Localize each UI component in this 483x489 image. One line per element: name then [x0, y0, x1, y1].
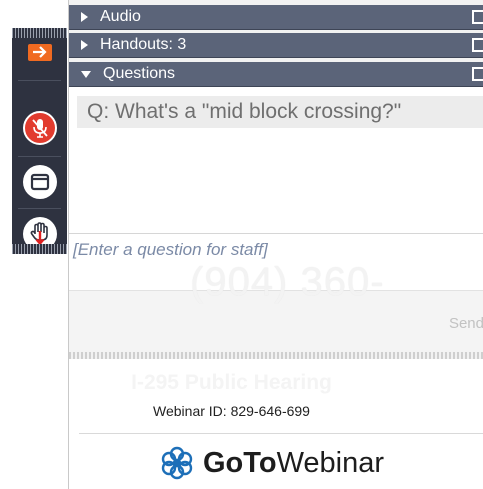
divider — [79, 433, 483, 434]
resize-grip[interactable] — [69, 352, 483, 359]
collapse-panel-button[interactable] — [12, 42, 67, 62]
control-toolbar — [12, 28, 67, 254]
microphone-button[interactable] — [12, 108, 67, 148]
mic-muted-icon — [22, 111, 57, 145]
brand-name: GoToWebinar — [203, 446, 385, 479]
gotowebinar-flower-icon — [161, 446, 193, 480]
handouts-section-header[interactable]: Handouts: 3 — [69, 33, 483, 58]
questions-label: Questions — [103, 65, 176, 82]
window-icon — [22, 165, 57, 199]
collapse-triangle-icon — [81, 70, 91, 78]
gotowebinar-logo: GoToWebinar — [159, 441, 384, 485]
phone-watermark: (904) 360- — [190, 260, 385, 304]
toolbar-divider — [18, 156, 61, 157]
questions-section-header[interactable]: Questions — [69, 62, 483, 87]
questions-list: Q: What's a "mid block crossing?" — [69, 87, 483, 233]
toolbar-grip-top[interactable] — [12, 28, 67, 38]
arrow-right-icon — [27, 43, 52, 61]
question-input-placeholder: [Enter a question for staff] — [73, 240, 268, 259]
expand-triangle-icon — [81, 12, 88, 22]
control-panel: Audio Handouts: 3 Questions Q: What's a … — [68, 0, 483, 489]
question-item[interactable]: Q: What's a "mid block crossing?" — [77, 96, 483, 128]
toolbar-grip-bottom[interactable] — [12, 244, 67, 254]
toolbar-divider — [18, 80, 61, 81]
toolbar-divider — [18, 208, 61, 209]
window-button[interactable] — [12, 162, 67, 202]
webinar-title: I-295 Public Hearing — [131, 371, 332, 394]
audio-label: Audio — [100, 8, 141, 25]
audio-section-header[interactable]: Audio — [69, 5, 483, 30]
popout-icon[interactable] — [472, 38, 483, 52]
popout-icon[interactable] — [472, 67, 483, 81]
send-button[interactable]: Send — [449, 315, 483, 332]
popout-icon[interactable] — [472, 10, 483, 24]
handouts-label: Handouts: 3 — [100, 36, 187, 53]
webinar-info: I-295 Public Hearing Webinar ID: 829-646… — [69, 359, 483, 489]
expand-triangle-icon — [81, 40, 88, 50]
webinar-id: Webinar ID: 829-646-699 — [153, 403, 310, 419]
